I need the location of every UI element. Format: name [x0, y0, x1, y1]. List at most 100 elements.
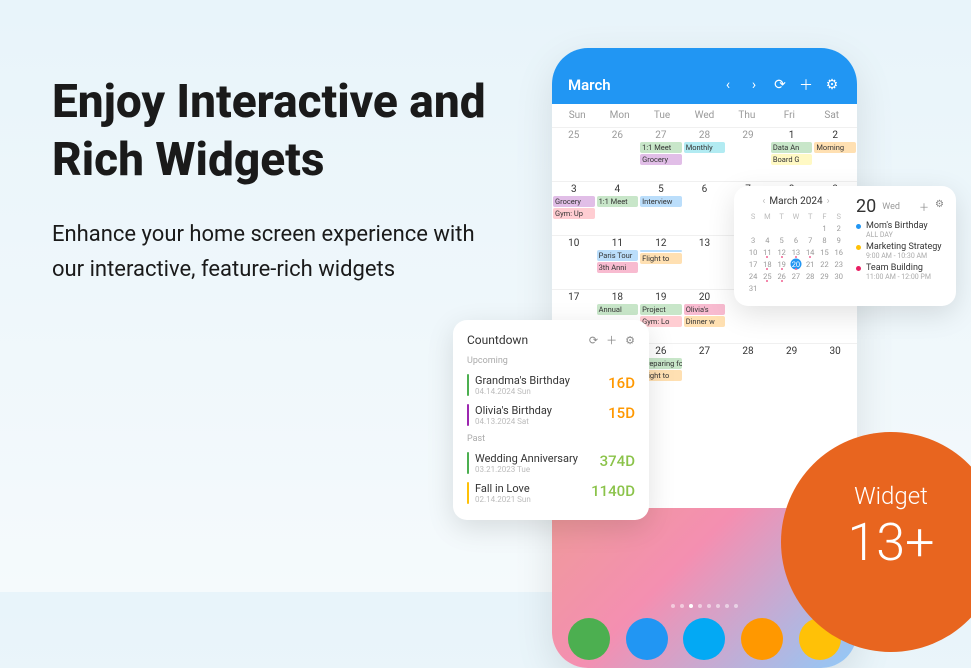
mini-cell[interactable]: 28 [803, 270, 817, 282]
countdown-widget[interactable]: Countdown ⟳ ＋ ⚙ Upcoming Grandma's Birth… [453, 320, 649, 520]
event-chip[interactable]: Annual [597, 304, 639, 315]
calendar-cell[interactable]: 29 [770, 343, 814, 397]
mini-cell[interactable]: 15 [817, 246, 831, 258]
mini-cell[interactable]: 19 [775, 258, 789, 270]
mini-day-header: T [803, 210, 817, 222]
countdown-item[interactable]: Fall in Love02.14.2021 Sun1140D [467, 478, 635, 508]
mini-cell[interactable]: 20 [789, 258, 803, 270]
calendar-cell[interactable]: 11Paris Tour3th Anni [596, 235, 640, 289]
calendar-cell[interactable]: 41:1 Meet [596, 181, 640, 235]
refresh-icon[interactable]: ⟳ [589, 334, 598, 347]
chevron-left-icon[interactable]: ‹ [762, 196, 765, 207]
calendar-cell[interactable]: 5Interview [639, 181, 683, 235]
mini-cell[interactable]: 9 [832, 234, 846, 246]
day-name: Mon [598, 110, 640, 121]
event-chip[interactable]: 1:1 Meet [597, 196, 639, 207]
mini-cell[interactable]: 30 [832, 270, 846, 282]
agenda-widget[interactable]: ‹ March 2024 › SMTWTFS123456789101112131… [734, 186, 956, 306]
mini-cell[interactable]: 29 [817, 270, 831, 282]
upcoming-label: Upcoming [467, 356, 635, 366]
add-icon[interactable]: ＋ [797, 76, 815, 94]
event-chip[interactable]: Board G [771, 154, 813, 165]
mini-cell[interactable]: 21 [803, 258, 817, 270]
agenda-item[interactable]: Mom's BirthdayALL DAY [856, 221, 944, 239]
calendar-cell[interactable]: 27 [683, 343, 727, 397]
event-chip[interactable]: Monthly [684, 142, 726, 153]
event-chip[interactable]: 3th Anni [597, 262, 639, 273]
mini-cell [775, 282, 789, 294]
event-chip[interactable]: 1:1 Meet [640, 142, 682, 153]
mini-cell[interactable]: 24 [746, 270, 760, 282]
mini-cell[interactable]: 23 [832, 258, 846, 270]
event-chip[interactable]: Grocery [553, 196, 595, 207]
event-chip[interactable]: Morning [814, 142, 856, 153]
event-chip[interactable]: Olivia's [684, 304, 726, 315]
calendar-cell[interactable]: 6 [683, 181, 727, 235]
add-icon[interactable]: ＋ [919, 199, 929, 214]
mini-cell[interactable]: 12 [775, 246, 789, 258]
calendar-cell[interactable]: 28Monthly [683, 127, 727, 181]
mini-cell[interactable]: 17 [746, 258, 760, 270]
mini-cell[interactable]: 4 [760, 234, 774, 246]
mini-cell[interactable]: 7 [803, 234, 817, 246]
calendar-cell[interactable]: 12Flight to [639, 235, 683, 289]
event-chip[interactable]: Paris Tour [597, 250, 639, 261]
mini-cell[interactable]: 10 [746, 246, 760, 258]
mini-cell[interactable]: 27 [789, 270, 803, 282]
event-chip[interactable]: Flight to [640, 253, 682, 264]
prev-month-icon[interactable]: ‹ [719, 76, 737, 94]
agenda-list: 20 Wed ＋ ⚙ Mom's BirthdayALL DAYMarketin… [856, 196, 944, 294]
next-month-icon[interactable]: › [745, 76, 763, 94]
mini-cell[interactable]: 18 [760, 258, 774, 270]
calendar-cell[interactable]: 30 [813, 343, 857, 397]
calendar-cell[interactable]: 1Data AnBoard G [770, 127, 814, 181]
calendar-cell[interactable]: 271:1 MeetGrocery [639, 127, 683, 181]
mini-cell[interactable]: 6 [789, 234, 803, 246]
calendar-cell[interactable]: 25 [552, 127, 596, 181]
refresh-icon[interactable]: ⟳ [771, 76, 789, 94]
event-chip[interactable]: Dinner w [684, 316, 726, 327]
mini-cell[interactable]: 22 [817, 258, 831, 270]
calendar-cell[interactable]: 28 [726, 343, 770, 397]
chevron-right-icon[interactable]: › [827, 196, 830, 207]
calendar-cell[interactable]: 29 [726, 127, 770, 181]
countdown-date: 04.14.2024 Sun [475, 387, 602, 396]
mini-cell[interactable]: 13 [789, 246, 803, 258]
calendar-cell[interactable]: 13 [683, 235, 727, 289]
agenda-item[interactable]: Team Building11:00 AM - 12:00 PM [856, 263, 944, 281]
countdown-item[interactable]: Wedding Anniversary03.21.2023 Tue374D [467, 448, 635, 478]
mini-cell[interactable]: 31 [746, 282, 760, 294]
settings-icon[interactable]: ⚙ [935, 199, 944, 214]
calendar-cell[interactable]: 3GroceryGym: Up [552, 181, 596, 235]
mini-cell[interactable]: 11 [760, 246, 774, 258]
mini-cell[interactable]: 1 [817, 222, 831, 234]
settings-icon[interactable]: ⚙ [625, 334, 635, 347]
calendar-cell[interactable]: 10 [552, 235, 596, 289]
mini-cell[interactable]: 26 [775, 270, 789, 282]
countdown-item[interactable]: Olivia's Birthday04.13.2024 Sat15D [467, 400, 635, 430]
countdown-item[interactable]: Grandma's Birthday04.14.2024 Sun16D [467, 370, 635, 400]
countdown-days: 1140D [591, 482, 635, 500]
event-chip[interactable]: Grocery [640, 154, 682, 165]
mini-cell[interactable]: 16 [832, 246, 846, 258]
calendar-cell[interactable]: 26 [596, 127, 640, 181]
event-chip[interactable]: Project [640, 304, 682, 315]
agenda-day-number: 20 [856, 196, 876, 217]
event-chip[interactable]: Gym: Up [553, 208, 595, 219]
event-chip[interactable]: Interview [640, 196, 682, 207]
mini-cell[interactable]: 25 [760, 270, 774, 282]
calendar-cell[interactable]: 20Olivia'sDinner w [683, 289, 727, 343]
agenda-item[interactable]: Marketing Strategy9:00 AM - 10:30 AM [856, 242, 944, 260]
mini-cell[interactable]: 3 [746, 234, 760, 246]
mini-cell[interactable]: 5 [775, 234, 789, 246]
mini-cell[interactable]: 8 [817, 234, 831, 246]
mini-cell [817, 282, 831, 294]
mini-cell[interactable]: 14 [803, 246, 817, 258]
settings-icon[interactable]: ⚙ [823, 76, 841, 94]
add-icon[interactable]: ＋ [606, 332, 617, 348]
mini-cell[interactable]: 2 [832, 222, 846, 234]
event-chip[interactable] [640, 250, 682, 252]
countdown-date: 03.21.2023 Tue [475, 465, 594, 474]
calendar-cell[interactable]: 2Morning [813, 127, 857, 181]
event-chip[interactable]: Data An [771, 142, 813, 153]
